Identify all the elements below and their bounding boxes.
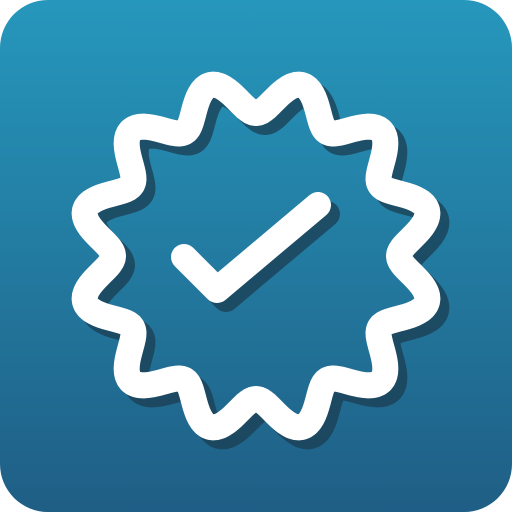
app-icon[interactable]: [0, 0, 512, 512]
verified-badge-svg: [0, 0, 512, 512]
